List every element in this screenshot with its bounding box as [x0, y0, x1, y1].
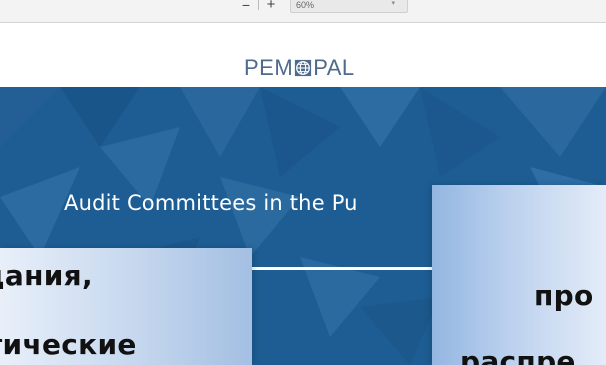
zoom-value: 60%	[296, 0, 315, 10]
logo-text-right: PAL	[313, 55, 355, 80]
logo-text-left: PEM	[244, 55, 294, 80]
zoom-select[interactable]: 60% ▾	[290, 0, 408, 13]
banner-divider	[251, 267, 441, 270]
chevron-down-icon: ▾	[391, 0, 395, 7]
toolbar-separator	[258, 0, 259, 10]
banner-title: Audit Committees in the Pu	[64, 191, 358, 215]
pempal-logo: PEM PAL	[244, 54, 355, 82]
zoom-out-button[interactable]: −	[239, 0, 253, 12]
pdf-toolbar: − + 60% ▾	[0, 0, 606, 23]
zoom-in-button[interactable]: +	[264, 0, 278, 12]
globe-icon	[295, 59, 312, 77]
overlay-card-left: дания, тические	[0, 248, 252, 365]
overlay-right-line-1: про	[534, 279, 594, 312]
overlay-left-line-1: дания,	[0, 259, 93, 292]
overlay-left-line-2: тические	[0, 328, 137, 361]
overlay-card-right: про распре	[432, 185, 606, 365]
overlay-right-line-2: распре	[460, 345, 576, 365]
